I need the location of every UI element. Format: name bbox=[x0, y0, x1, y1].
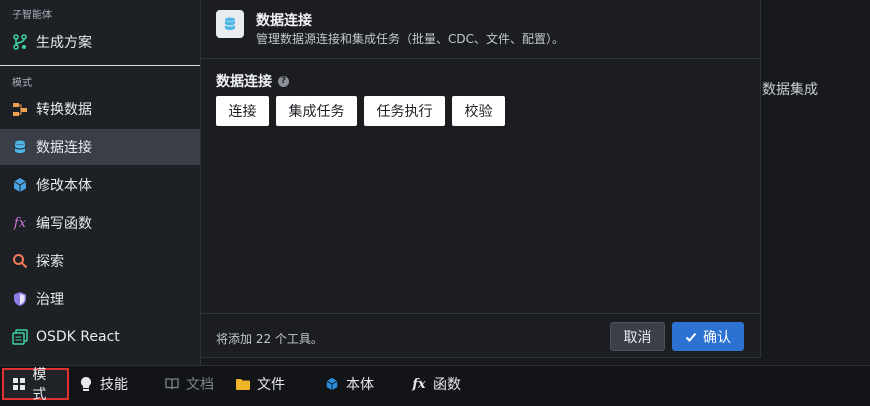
sidebar-item-write-function[interactable]: fx 编写函数 bbox=[0, 205, 200, 241]
confirm-label: 确认 bbox=[703, 329, 731, 346]
app-icon bbox=[12, 329, 28, 345]
sidebar-item-label: 编写函数 bbox=[36, 216, 92, 232]
tab-skills[interactable]: 技能 bbox=[79, 368, 128, 400]
pipeline-icon bbox=[12, 101, 28, 117]
search-icon bbox=[12, 253, 28, 269]
chip-task-execution[interactable]: 任务执行 bbox=[364, 96, 445, 126]
mode-sidebar: 子智能体 生成方案 模式 转换数据 数据连接 修改本体 fx 编写函数 探索 治… bbox=[0, 0, 201, 365]
sidebar-item-label: 数据连接 bbox=[36, 140, 92, 156]
section-label-modes: 模式 bbox=[12, 78, 32, 89]
chip-connection[interactable]: 连接 bbox=[216, 96, 269, 126]
mode-detail-panel: 数据连接 管理数据源连接和集成任务（批量、CDC、文件、配置）。 数据连接 ? … bbox=[201, 0, 761, 358]
background-text: 数据集成 bbox=[762, 82, 818, 98]
tab-docs[interactable]: 文档 bbox=[165, 368, 214, 400]
sidebar-item-edit-ontology[interactable]: 修改本体 bbox=[0, 167, 200, 203]
chip-validation[interactable]: 校验 bbox=[452, 96, 505, 126]
sidebar-item-label: 修改本体 bbox=[36, 178, 92, 194]
cube-icon bbox=[325, 377, 339, 391]
help-icon[interactable]: ? bbox=[278, 75, 289, 87]
cancel-button[interactable]: 取消 bbox=[610, 322, 665, 351]
section-heading: 数据连接 ? bbox=[216, 71, 289, 91]
tab-modes[interactable]: 模式 bbox=[2, 367, 69, 403]
folder-icon bbox=[236, 377, 250, 391]
sidebar-item-explore[interactable]: 探索 bbox=[0, 243, 200, 279]
sidebar-item-data-connection[interactable]: 数据连接 bbox=[0, 129, 200, 165]
tab-label: 文件 bbox=[257, 377, 285, 393]
sidebar-item-generate-plan[interactable]: 生成方案 bbox=[0, 24, 200, 60]
section-title: 数据连接 bbox=[216, 74, 272, 90]
sidebar-item-osdk-react[interactable]: OSDK React bbox=[0, 319, 200, 355]
function-icon: fx bbox=[13, 215, 27, 231]
tab-files[interactable]: 文件 bbox=[236, 368, 285, 400]
database-icon bbox=[216, 10, 244, 38]
check-icon bbox=[685, 331, 697, 343]
panel-title: 数据连接 bbox=[256, 13, 312, 29]
divider bbox=[0, 65, 200, 66]
sidebar-item-governance[interactable]: 治理 bbox=[0, 281, 200, 317]
branch-icon bbox=[12, 34, 28, 50]
book-icon bbox=[165, 377, 179, 391]
sidebar-item-label: 探索 bbox=[36, 254, 64, 270]
sidebar-item-label: OSDK React bbox=[36, 329, 120, 345]
tab-label: 模式 bbox=[32, 367, 47, 403]
sidebar-item-label: 转换数据 bbox=[36, 102, 92, 118]
panel-footer: 将添加 22 个工具。 取消 确认 bbox=[201, 313, 760, 358]
sidebar-item-transform-data[interactable]: 转换数据 bbox=[0, 91, 200, 127]
confirm-button[interactable]: 确认 bbox=[672, 322, 744, 351]
database-icon bbox=[12, 139, 28, 155]
chip-integration-task[interactable]: 集成任务 bbox=[276, 96, 357, 126]
panel-description: 管理数据源连接和集成任务（批量、CDC、文件、配置）。 bbox=[256, 32, 565, 46]
panel-header: 数据连接 管理数据源连接和集成任务（批量、CDC、文件、配置）。 bbox=[201, 0, 760, 59]
tab-label: 本体 bbox=[346, 377, 374, 393]
bottom-tab-bar: 模式 技能 文档 文件 本体 fx 函数 bbox=[0, 365, 870, 406]
shield-icon bbox=[12, 291, 28, 307]
function-icon: fx bbox=[412, 376, 426, 392]
tab-label: 技能 bbox=[100, 377, 128, 393]
sidebar-item-label: 治理 bbox=[36, 292, 64, 308]
sidebar-item-label: 生成方案 bbox=[36, 35, 92, 51]
cube-icon bbox=[12, 177, 28, 193]
tab-functions[interactable]: fx 函数 bbox=[412, 368, 461, 400]
grid-icon bbox=[12, 377, 25, 391]
section-label-agents: 子智能体 bbox=[12, 10, 52, 21]
tab-label: 文档 bbox=[186, 377, 214, 393]
lightbulb-icon bbox=[79, 377, 93, 391]
tab-ontology[interactable]: 本体 bbox=[325, 368, 374, 400]
tools-count-note: 将添加 22 个工具。 bbox=[216, 332, 323, 346]
tab-label: 函数 bbox=[433, 377, 461, 393]
